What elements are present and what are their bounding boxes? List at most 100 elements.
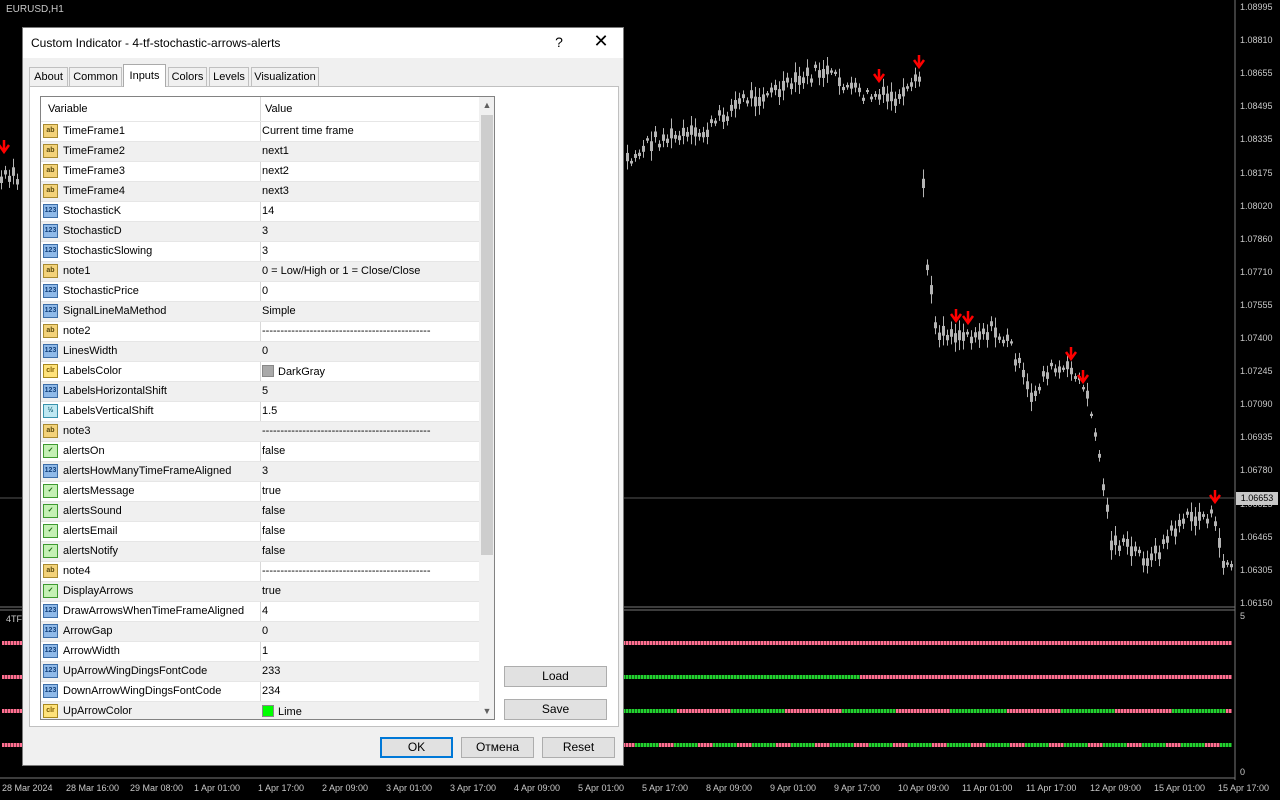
input-row-TimeFrame3[interactable]: ab TimeFrame3 next2 <box>41 161 479 181</box>
variable-value: ----------------------------------------… <box>262 425 431 437</box>
indicator-dot <box>1103 641 1106 645</box>
variable-value-cell[interactable]: false <box>262 525 285 537</box>
variable-value-cell[interactable]: true <box>262 485 281 497</box>
input-row-note1[interactable]: ab note1 0 = Low/High or 1 = Close/Close <box>41 261 479 281</box>
indicator-dot <box>797 709 800 713</box>
tab-inputs[interactable]: Inputs <box>123 64 166 87</box>
variable-value-cell[interactable]: next2 <box>262 165 289 177</box>
scroll-up-icon[interactable]: ▲ <box>479 97 494 113</box>
variable-value-cell[interactable]: 14 <box>262 205 274 217</box>
indicator-dot <box>863 675 866 679</box>
input-row-DisplayArrows[interactable]: ✓ DisplayArrows true <box>41 581 479 601</box>
tab-common[interactable]: Common <box>69 67 122 86</box>
variable-value-cell[interactable]: Current time frame <box>262 125 354 137</box>
input-row-StochasticPrice[interactable]: 123 StochasticPrice 0 <box>41 281 479 301</box>
inputs-grid[interactable]: Variable Value ab TimeFrame1 Current time … <box>40 96 495 720</box>
color-swatch-icon <box>262 705 274 717</box>
dialog-titlebar[interactable]: Custom Indicator - 4-tf-stochastic-arrow… <box>23 28 623 58</box>
variable-value-cell[interactable]: next1 <box>262 145 289 157</box>
indicator-dot <box>968 743 971 747</box>
input-row-UpArrowColor[interactable]: clr UpArrowColor Lime <box>41 701 479 719</box>
input-row-StochasticD[interactable]: 123 StochasticD 3 <box>41 221 479 241</box>
ok-button[interactable]: OK <box>380 737 453 758</box>
scroll-down-icon[interactable]: ▼ <box>479 703 494 719</box>
variable-value-cell[interactable]: false <box>262 505 285 517</box>
input-row-StochasticSlowing[interactable]: 123 StochasticSlowing 3 <box>41 241 479 261</box>
indicator-dot <box>14 709 17 713</box>
help-icon[interactable]: ? <box>552 34 566 50</box>
input-row-alertsNotify[interactable]: ✓ alertsNotify false <box>41 541 479 561</box>
variable-value-cell[interactable]: ----------------------------------------… <box>262 325 431 337</box>
variable-value-cell[interactable]: 0 <box>262 625 268 637</box>
reset-button[interactable]: Reset <box>542 737 615 758</box>
variable-value-cell[interactable]: next3 <box>262 185 289 197</box>
param-num-icon: 123 <box>43 624 58 638</box>
input-row-TimeFrame1[interactable]: ab TimeFrame1 Current time frame <box>41 121 479 141</box>
input-row-LinesWidth[interactable]: 123 LinesWidth 0 <box>41 341 479 361</box>
indicator-dot <box>842 709 845 713</box>
sell-arrow-icon <box>961 311 975 326</box>
variable-value-cell[interactable]: ----------------------------------------… <box>262 425 431 437</box>
header-variable[interactable]: Variable <box>48 103 88 115</box>
input-row-note4[interactable]: ab note4 ---------------------------------… <box>41 561 479 581</box>
variable-value-cell[interactable]: 3 <box>262 245 268 257</box>
candle-body <box>1058 366 1061 373</box>
variable-value-cell[interactable]: 0 <box>262 285 268 297</box>
indicator-dot <box>683 675 686 679</box>
input-row-ArrowWidth[interactable]: 123 ArrowWidth 1 <box>41 641 479 661</box>
variable-value-cell[interactable]: ----------------------------------------… <box>262 565 431 577</box>
cancel-button[interactable]: Отмена <box>461 737 534 758</box>
vertical-scrollbar[interactable]: ▲ ▼ <box>479 97 494 719</box>
variable-value-cell[interactable]: 234 <box>262 685 280 697</box>
variable-value-cell[interactable]: false <box>262 545 285 557</box>
indicator-dot <box>665 743 668 747</box>
tab-visualization[interactable]: Visualization <box>251 67 319 86</box>
input-row-StochasticK[interactable]: 123 StochasticK 14 <box>41 201 479 221</box>
indicator-dot <box>770 709 773 713</box>
input-row-TimeFrame2[interactable]: ab TimeFrame2 next1 <box>41 141 479 161</box>
input-row-DrawArrowsWhenTimeFrameAligned[interactable]: 123 DrawArrowsWhenTimeFrameAligned 4 <box>41 601 479 621</box>
input-row-LabelsVerticalShift[interactable]: ½ LabelsVerticalShift 1.5 <box>41 401 479 421</box>
variable-value-cell[interactable]: true <box>262 585 281 597</box>
load-button[interactable]: Load <box>504 666 607 687</box>
variable-value-cell[interactable]: 0 = Low/High or 1 = Close/Close <box>262 265 420 277</box>
input-row-note2[interactable]: ab note2 ---------------------------------… <box>41 321 479 341</box>
tab-levels[interactable]: Levels <box>209 67 249 86</box>
indicator-dot <box>734 641 737 645</box>
indicator-dot <box>884 641 887 645</box>
variable-value-cell[interactable]: 233 <box>262 665 280 677</box>
input-row-LabelsHorizontalShift[interactable]: 123 LabelsHorizontalShift 5 <box>41 381 479 401</box>
variable-value-cell[interactable]: 0 <box>262 345 268 357</box>
scroll-thumb[interactable] <box>481 115 493 555</box>
variable-value-cell[interactable]: 3 <box>262 225 268 237</box>
indicator-dot <box>1067 743 1070 747</box>
input-row-UpArrowWingDingsFontCode[interactable]: 123 UpArrowWingDingsFontCode 233 <box>41 661 479 681</box>
input-row-DownArrowWingDingsFontCode[interactable]: 123 DownArrowWingDingsFontCode 234 <box>41 681 479 701</box>
input-row-SignalLineMaMethod[interactable]: 123 SignalLineMaMethod Simple <box>41 301 479 321</box>
input-row-alertsEmail[interactable]: ✓ alertsEmail false <box>41 521 479 541</box>
input-row-LabelsColor[interactable]: clr LabelsColor DarkGray <box>41 361 479 381</box>
input-row-TimeFrame4[interactable]: ab TimeFrame4 next3 <box>41 181 479 201</box>
variable-value-cell[interactable]: Simple <box>262 305 296 317</box>
header-value[interactable]: Value <box>265 103 292 115</box>
indicator-dot <box>728 743 731 747</box>
tab-about[interactable]: About <box>29 67 68 86</box>
tab-colors[interactable]: Colors <box>168 67 207 86</box>
close-icon[interactable]: ✕ <box>591 31 611 52</box>
variable-value-cell[interactable]: 3 <box>262 465 268 477</box>
variable-value-cell[interactable]: 4 <box>262 605 268 617</box>
input-row-alertsHowManyTimeFrameAligned[interactable]: 123 alertsHowManyTimeFrameAligned 3 <box>41 461 479 481</box>
variable-value-cell[interactable]: Lime <box>262 705 302 718</box>
input-row-alertsMessage[interactable]: ✓ alertsMessage true <box>41 481 479 501</box>
input-row-alertsSound[interactable]: ✓ alertsSound false <box>41 501 479 521</box>
variable-value-cell[interactable]: 5 <box>262 385 268 397</box>
variable-value-cell[interactable]: 1.5 <box>262 405 277 417</box>
variable-value-cell[interactable]: 1 <box>262 645 268 657</box>
variable-value-cell[interactable]: DarkGray <box>262 365 325 378</box>
input-row-ArrowGap[interactable]: 123 ArrowGap 0 <box>41 621 479 641</box>
save-button[interactable]: Save <box>504 699 607 720</box>
variable-value-cell[interactable]: false <box>262 445 285 457</box>
input-row-alertsOn[interactable]: ✓ alertsOn false <box>41 441 479 461</box>
indicator-dot <box>746 709 749 713</box>
input-row-note3[interactable]: ab note3 ---------------------------------… <box>41 421 479 441</box>
